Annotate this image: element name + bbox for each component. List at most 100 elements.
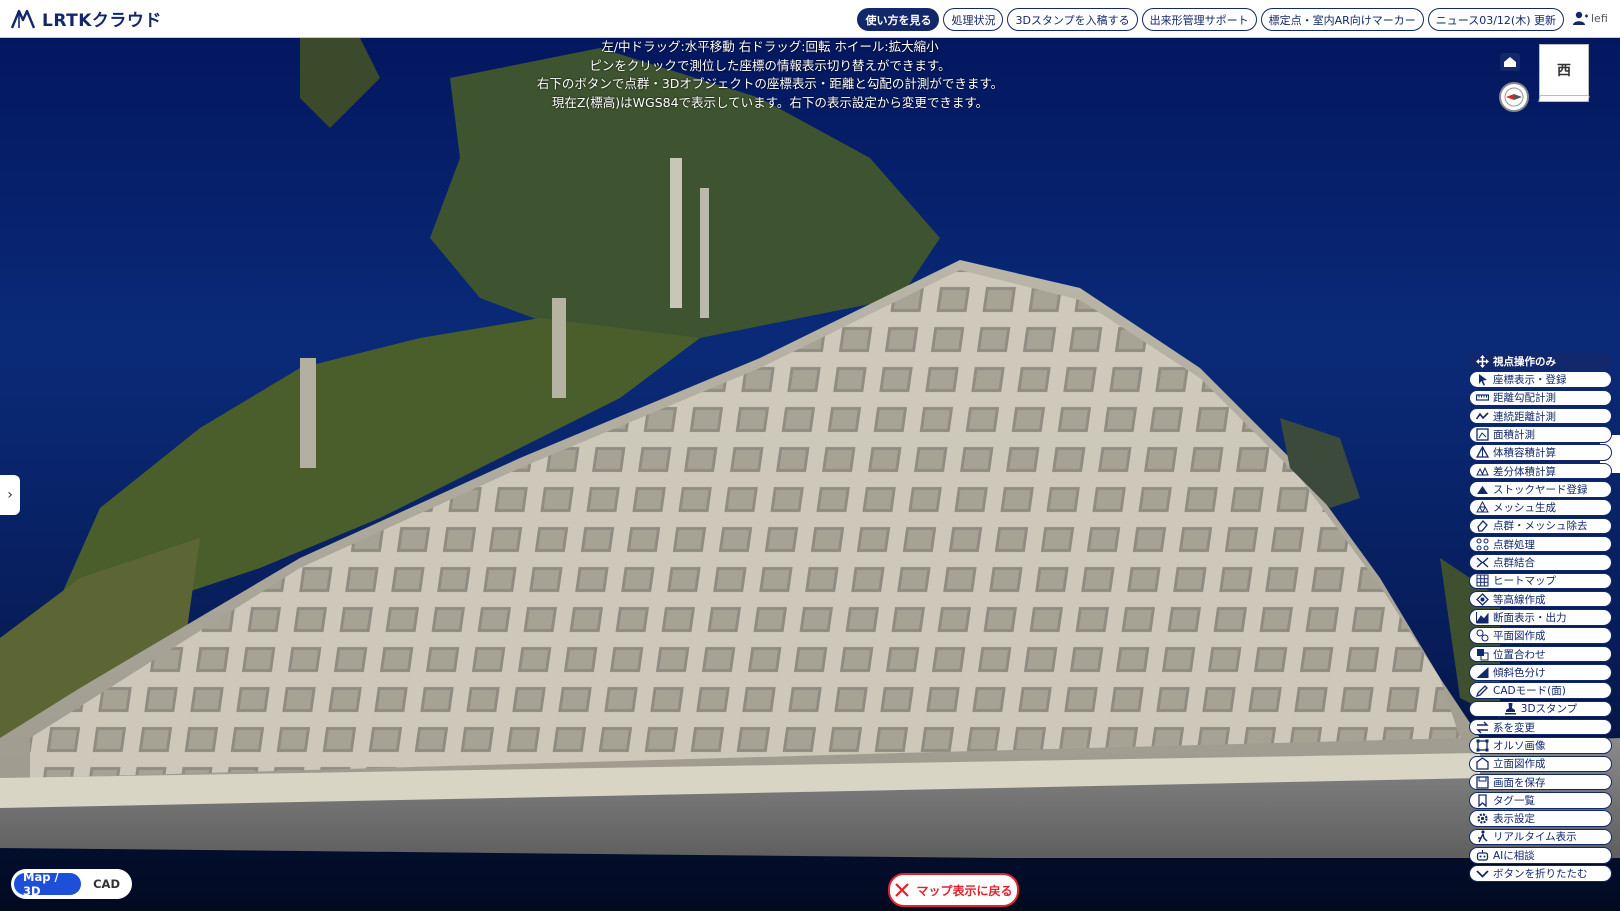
back-to-map-label: マップ表示に戻る: [916, 883, 1013, 898]
tool-button[interactable]: 位置合わせ: [1469, 645, 1612, 663]
tool-button[interactable]: タグ一覧: [1469, 792, 1612, 809]
tool-button[interactable]: リアルタイム表示: [1469, 828, 1612, 846]
tool-label: 平面図作成: [1493, 630, 1546, 643]
nav-button[interactable]: 3Dスタンプを入稿する: [1007, 8, 1138, 31]
tool-label: 傾斜色分け: [1493, 666, 1546, 679]
compass-icon: [1504, 87, 1524, 107]
transform-icon: [1476, 721, 1489, 734]
point-cloud-scene[interactable]: [0, 38, 1620, 911]
robot-icon: [1476, 849, 1489, 862]
nav-button[interactable]: 使い方を見る: [857, 8, 940, 31]
tool-button[interactable]: 平面図作成: [1469, 627, 1612, 644]
tool-button[interactable]: オルソ画像: [1469, 737, 1612, 754]
home-view-button[interactable]: [1499, 52, 1521, 72]
tool-button[interactable]: 座標表示・登録: [1469, 371, 1612, 388]
tool-label: メッシュ生成: [1493, 502, 1556, 515]
tool-button[interactable]: ストックヤード登録: [1469, 481, 1612, 498]
tool-button[interactable]: 等高線作成: [1469, 590, 1612, 608]
tool-label: 表示設定: [1493, 813, 1535, 826]
app-logo[interactable]: LRTKクラウド: [10, 6, 162, 31]
nav-button[interactable]: 処理状況: [943, 8, 1004, 31]
tool-button[interactable]: 傾斜色分け: [1469, 664, 1612, 681]
contour-icon: [1476, 592, 1489, 606]
ortho-icon: [1476, 739, 1489, 752]
tool-label: 視点操作のみ: [1493, 355, 1556, 368]
grid-icon: [1476, 574, 1489, 587]
tool-label: 3Dスタンプ: [1520, 703, 1578, 716]
nav-button[interactable]: ニュース03/12(木) 更新: [1427, 8, 1564, 31]
view-cube-face: 西: [1557, 63, 1571, 79]
tool-panel: 視点操作のみ 座標表示・登録 距離勾配計測 連続距離計測 面積計測体積容積計算 差分体積計…: [1469, 353, 1612, 884]
tool-button[interactable]: 視点操作のみ: [1469, 353, 1612, 370]
back-to-map-button[interactable]: マップ表示に戻る: [888, 873, 1019, 907]
instruction-line: ピンをクリックで測位した座標の情報表示切り替えができます。: [589, 57, 951, 73]
tool-button[interactable]: 画面を保存: [1469, 773, 1612, 791]
nav-button[interactable]: 標定点・室内AR向けマーカー: [1260, 8, 1424, 31]
tool-label: 連続距離計測: [1493, 410, 1556, 423]
tool-button[interactable]: 点群・メッシュ除去: [1469, 517, 1612, 535]
instruction-line: 左/中ドラッグ:水平移動 右ドラッグ:回転 ホイール:拡大縮小: [601, 39, 939, 54]
mode-cad-button[interactable]: CAD: [84, 873, 129, 895]
tool-button[interactable]: 差分体積計算: [1469, 462, 1612, 480]
nav-button[interactable]: 出来形管理サポート: [1141, 8, 1257, 31]
elevation-icon: [1476, 757, 1489, 770]
compass[interactable]: [1499, 82, 1529, 112]
tool-label: 断面表示・出力: [1493, 611, 1567, 624]
tool-label: 面積計測: [1493, 428, 1535, 441]
user-menu[interactable]: lefi: [1572, 10, 1620, 26]
tool-label: 立面図作成: [1493, 758, 1546, 771]
lrtk-logo-icon: [10, 9, 36, 28]
tool-label: 差分体積計算: [1493, 465, 1556, 478]
stamp-icon: [1504, 702, 1517, 715]
polyline-icon: [1476, 410, 1489, 423]
tool-label: リアルタイム表示: [1493, 831, 1577, 844]
tool-button[interactable]: 体積容積計算: [1469, 444, 1612, 461]
tool-button[interactable]: 点群結合: [1469, 554, 1612, 571]
tool-label: ボタンを折りたたむ: [1493, 868, 1588, 881]
tool-label: ストックヤード登録: [1493, 483, 1588, 496]
view-mode-toggle: Map / 3D CAD: [11, 869, 132, 899]
tool-button[interactable]: CADモード(面): [1469, 682, 1612, 699]
tool-button[interactable]: 点群処理: [1469, 535, 1612, 553]
tool-label: CADモード(面): [1493, 685, 1566, 698]
tool-button[interactable]: ボタンを折りたたむ: [1469, 865, 1612, 882]
chevron-down-icon: [1476, 867, 1489, 880]
view-cube[interactable]: 西: [1539, 44, 1589, 96]
walker-icon: [1476, 830, 1489, 843]
gear-icon: [1476, 812, 1489, 825]
tool-label: ヒートマップ: [1493, 575, 1556, 588]
bookmark-icon: [1476, 794, 1489, 807]
close-icon: [895, 883, 910, 897]
tool-button[interactable]: 系を変更: [1469, 718, 1612, 736]
tool-button[interactable]: 距離勾配計測: [1469, 389, 1612, 407]
user-icon: [1573, 11, 1588, 25]
tool-label: 系を変更: [1493, 721, 1535, 734]
tool-button[interactable]: 面積計測: [1469, 426, 1612, 443]
tool-label: AIに相談: [1493, 849, 1535, 862]
tool-label: 体積容積計算: [1493, 447, 1556, 460]
tool-label: 位置合わせ: [1493, 648, 1546, 661]
home-icon: [1500, 53, 1520, 71]
tool-button[interactable]: 表示設定: [1469, 810, 1612, 827]
tool-button[interactable]: メッシュ生成: [1469, 499, 1612, 516]
slope-icon: [1476, 666, 1489, 679]
mode-map3d-button[interactable]: Map / 3D: [14, 870, 82, 898]
tool-button[interactable]: 断面表示・出力: [1469, 609, 1612, 626]
section-icon: [1476, 611, 1489, 624]
viewer-instructions: 左/中ドラッグ:水平移動 右ドラッグ:回転 ホイール:拡大縮小 ピンをクリックで…: [0, 38, 1540, 112]
tool-label: 座標表示・登録: [1493, 374, 1567, 387]
point-cloud-viewport[interactable]: 左/中ドラッグ:水平移動 右ドラッグ:回転 ホイール:拡大縮小 ピンをクリックで…: [0, 38, 1620, 911]
pencil-icon: [1476, 684, 1489, 698]
tool-button[interactable]: 連続距離計測: [1469, 407, 1612, 425]
tool-button[interactable]: ヒートマップ: [1469, 572, 1612, 590]
points-icon: [1476, 538, 1489, 551]
left-panel-toggle[interactable]: ›: [0, 475, 20, 515]
eraser-icon: [1476, 519, 1489, 533]
user-name: lefi: [1591, 11, 1608, 25]
tool-button[interactable]: 立面図作成: [1469, 755, 1612, 773]
view-cube-edge: [1538, 96, 1590, 102]
tool-label: 距離勾配計測: [1493, 392, 1556, 405]
tool-button[interactable]: 3Dスタンプ: [1469, 700, 1612, 718]
tool-button[interactable]: AIに相談: [1469, 847, 1612, 864]
volume-icon: [1476, 446, 1489, 459]
